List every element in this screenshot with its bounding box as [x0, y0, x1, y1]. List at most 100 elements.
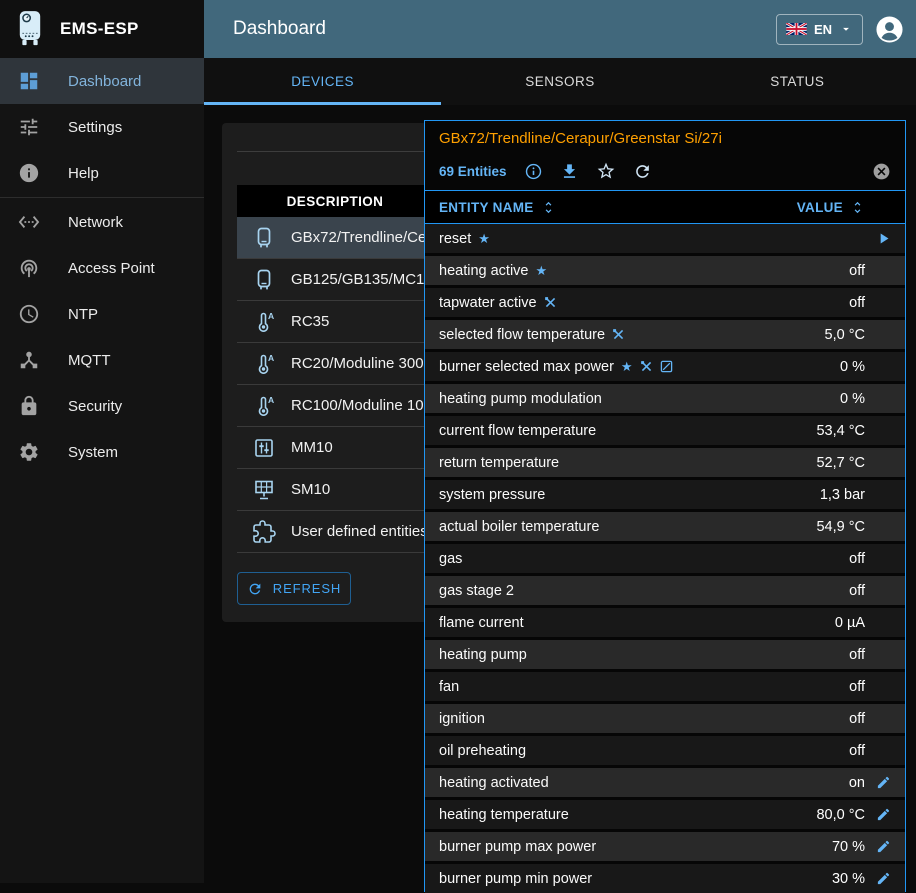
- sidebar-item-label: NTP: [68, 306, 98, 323]
- language-selector[interactable]: EN: [776, 14, 863, 45]
- crossed-tools-icon: [640, 360, 653, 373]
- entity-row[interactable]: heating active ★ off: [425, 256, 905, 285]
- entity-name: gas stage 2: [439, 583, 514, 599]
- entity-name: system pressure: [439, 487, 545, 503]
- sidebar-item-label: System: [68, 444, 118, 461]
- device-type-icon: A: [237, 352, 291, 376]
- app-title: EMS-ESP: [60, 19, 139, 39]
- entity-row[interactable]: gas off: [425, 544, 905, 573]
- entity-row[interactable]: burner selected max power ★ 0 %: [425, 352, 905, 381]
- entity-row[interactable]: burner pump max power 70 %: [425, 832, 905, 861]
- favorites-filter-icon[interactable]: [596, 161, 616, 181]
- sidebar: EMS-ESP Dashboard Settings Help Network …: [0, 0, 204, 883]
- entity-row[interactable]: return temperature 52,7 °C: [425, 448, 905, 477]
- entity-table-header: ENTITY NAME VALUE: [425, 190, 905, 224]
- entity-row[interactable]: heating activated on: [425, 768, 905, 797]
- sidebar-nav-primary: Dashboard Settings Help: [0, 58, 204, 196]
- entity-name: oil preheating: [439, 743, 526, 759]
- sidebar-item-icon: [17, 394, 41, 418]
- sidebar-item[interactable]: Help: [0, 150, 204, 196]
- sidebar-item[interactable]: MQTT: [0, 337, 204, 383]
- svg-text:A: A: [268, 311, 274, 321]
- sidebar-item-icon: [17, 256, 41, 280]
- entity-row[interactable]: fan off: [425, 672, 905, 701]
- info-icon[interactable]: [524, 162, 543, 181]
- refresh-button[interactable]: REFRESH: [237, 572, 351, 605]
- entity-name: heating pump: [439, 647, 527, 663]
- refresh-entities-icon[interactable]: [633, 162, 652, 181]
- entity-row[interactable]: system pressure 1,3 bar: [425, 480, 905, 509]
- sidebar-item[interactable]: Security: [0, 383, 204, 429]
- entity-row[interactable]: gas stage 2 off: [425, 576, 905, 605]
- entity-panel-toolbar: 69 Entities: [439, 157, 891, 185]
- entity-row[interactable]: flame current 0 µA: [425, 608, 905, 637]
- no-entity-icon: [660, 360, 673, 373]
- edit-icon[interactable]: [876, 871, 891, 886]
- boiler-logo-icon: [13, 8, 47, 50]
- account-avatar-icon[interactable]: [875, 15, 904, 44]
- entity-row[interactable]: heating temperature 80,0 °C: [425, 800, 905, 829]
- app-logo-row: EMS-ESP: [0, 0, 204, 58]
- favorite-star-icon: ★: [535, 264, 547, 277]
- entity-name: gas: [439, 551, 462, 567]
- sidebar-item-label: Access Point: [68, 260, 155, 277]
- run-command-icon[interactable]: [875, 230, 892, 247]
- sidebar-item[interactable]: Access Point: [0, 245, 204, 291]
- sidebar-item-icon: [17, 115, 41, 139]
- sidebar-item[interactable]: Dashboard: [0, 58, 204, 104]
- entity-row[interactable]: tapwater active off: [425, 288, 905, 317]
- close-icon[interactable]: [872, 162, 891, 181]
- entities-count: 69 Entities: [439, 164, 507, 179]
- entity-name: tapwater active: [439, 295, 537, 311]
- device-type-icon: [237, 268, 291, 292]
- entity-name: heating activated: [439, 775, 549, 791]
- entity-name: reset: [439, 231, 471, 247]
- entity-name: heating temperature: [439, 807, 569, 823]
- sidebar-item[interactable]: Network: [0, 199, 204, 245]
- svg-text:A: A: [268, 395, 274, 405]
- entity-row[interactable]: burner pump min power 30 %: [425, 864, 905, 893]
- tab-sensors[interactable]: SENSORS: [441, 58, 678, 105]
- tab-status[interactable]: STATUS: [679, 58, 916, 105]
- entity-name: burner pump max power: [439, 839, 596, 855]
- description-column-header[interactable]: DESCRIPTION: [237, 194, 433, 209]
- entity-row[interactable]: ignition off: [425, 704, 905, 733]
- entity-value: off: [849, 583, 865, 599]
- entity-row[interactable]: actual boiler temperature 54,9 °C: [425, 512, 905, 541]
- sidebar-nav-secondary: Network Access Point NTP MQTT Security S…: [0, 199, 204, 475]
- sidebar-item[interactable]: System: [0, 429, 204, 475]
- tab-devices[interactable]: DEVICES: [204, 58, 441, 105]
- entity-row[interactable]: reset ★: [425, 224, 905, 253]
- edit-icon[interactable]: [876, 807, 891, 822]
- sidebar-item-icon: [17, 440, 41, 464]
- sidebar-item-label: Dashboard: [68, 73, 141, 90]
- entity-value: 80,0 °C: [816, 807, 865, 823]
- sort-by-value[interactable]: VALUE: [797, 200, 865, 215]
- sidebar-item-label: Settings: [68, 119, 122, 136]
- sidebar-item[interactable]: NTP: [0, 291, 204, 337]
- entity-row[interactable]: current flow temperature 53,4 °C: [425, 416, 905, 445]
- entity-value: 70 %: [832, 839, 865, 855]
- entity-row[interactable]: selected flow temperature 5,0 °C: [425, 320, 905, 349]
- entity-row[interactable]: heating pump modulation 0 %: [425, 384, 905, 413]
- entity-table-body: reset ★ heating active ★: [425, 224, 905, 893]
- sidebar-item[interactable]: Settings: [0, 104, 204, 150]
- sidebar-item-icon: [17, 302, 41, 326]
- entity-name: flame current: [439, 615, 524, 631]
- sidebar-item-icon: [17, 210, 41, 234]
- download-icon[interactable]: [560, 162, 579, 181]
- value-column-header: VALUE: [797, 200, 843, 215]
- page-title: Dashboard: [233, 18, 326, 40]
- edit-icon[interactable]: [876, 775, 891, 790]
- sort-by-name[interactable]: ENTITY NAME: [439, 200, 556, 215]
- entity-value: off: [849, 551, 865, 567]
- app-bar-actions: EN: [776, 14, 916, 45]
- edit-icon[interactable]: [876, 839, 891, 854]
- device-title: GBx72/Trendline/Cerapur/Greenstar Si/27i: [439, 130, 891, 147]
- crossed-tools-icon: [544, 296, 557, 309]
- entity-row[interactable]: oil preheating off: [425, 736, 905, 765]
- entity-value: 0 µA: [835, 615, 865, 631]
- entity-row[interactable]: heating pump off: [425, 640, 905, 669]
- crossed-tools-icon: [612, 328, 625, 341]
- entity-value: off: [849, 679, 865, 695]
